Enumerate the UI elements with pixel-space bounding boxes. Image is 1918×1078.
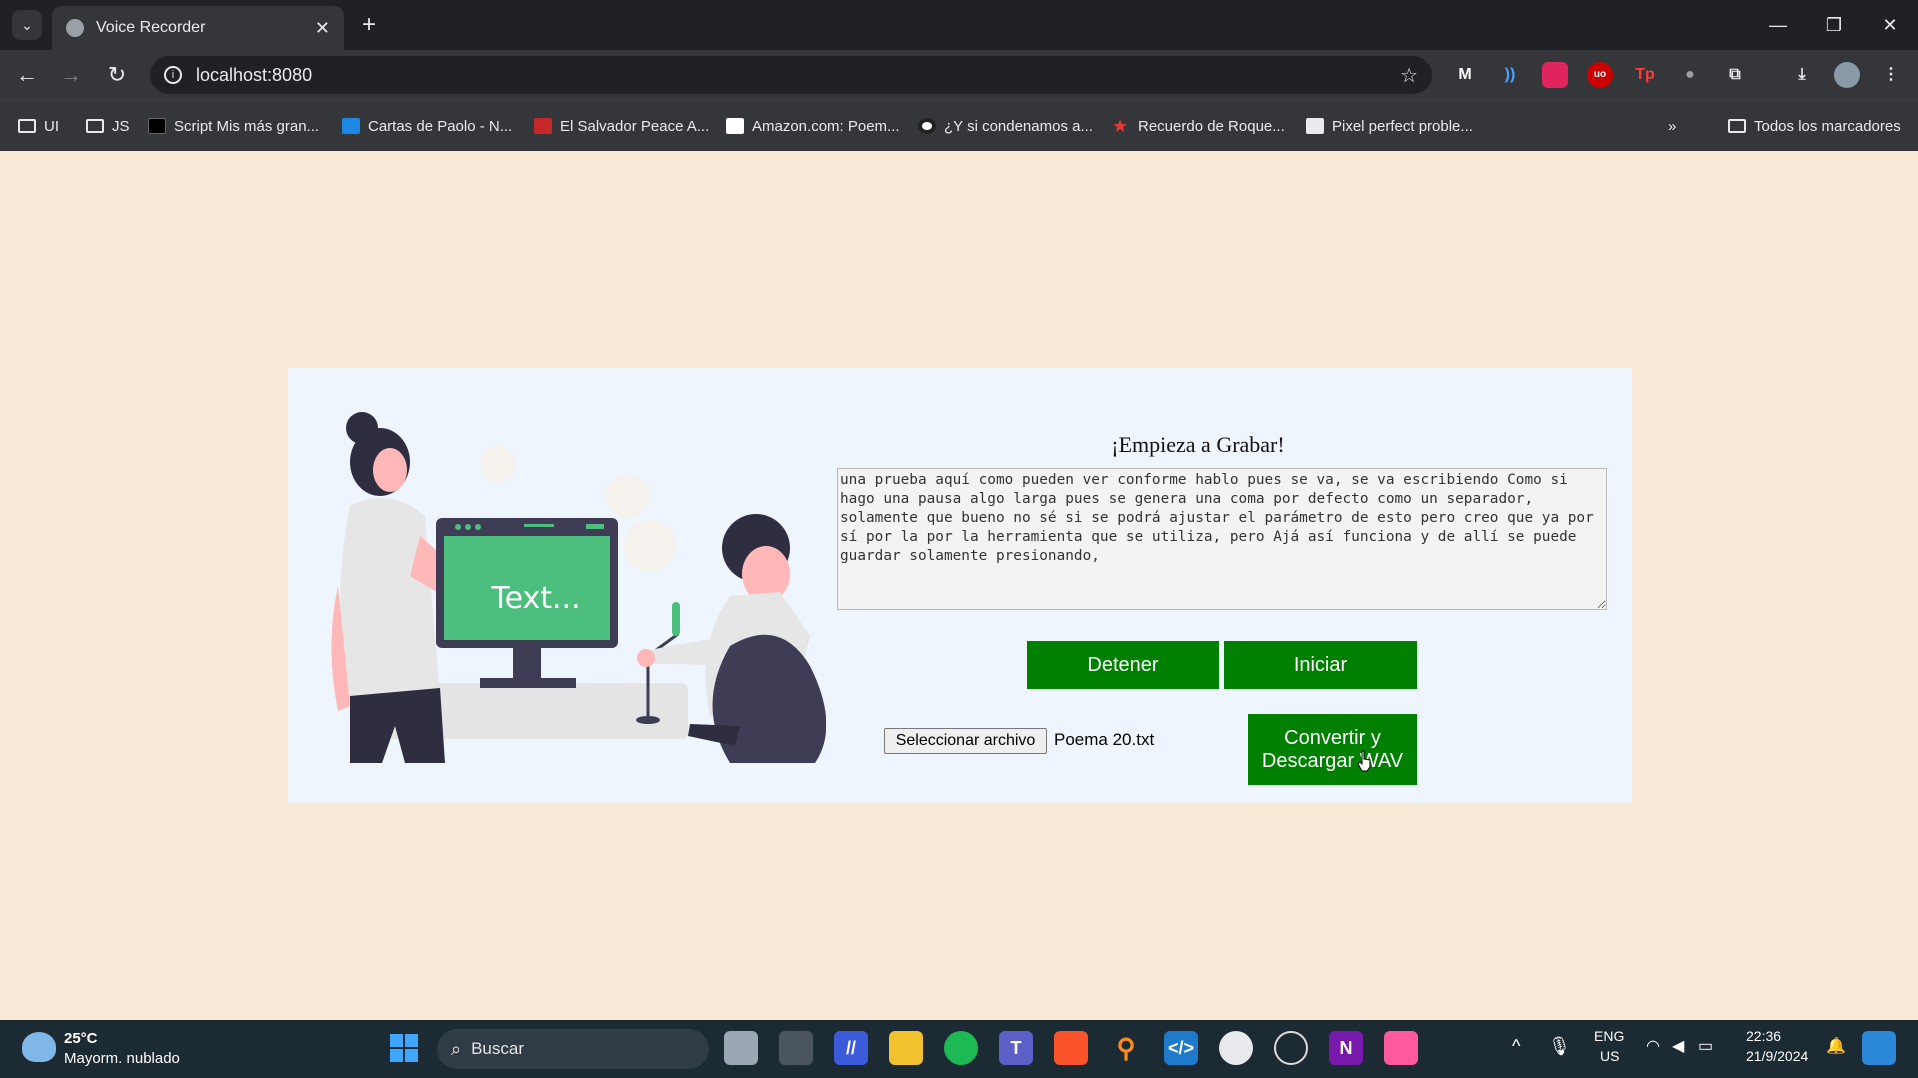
spotify-icon[interactable] (944, 1031, 978, 1065)
weather-icon[interactable] (22, 1032, 56, 1062)
malwarebytes-extension-icon[interactable]: M (1452, 62, 1478, 88)
url-text: localhost:8080 (196, 64, 313, 85)
minimize-button[interactable]: — (1750, 0, 1806, 50)
bookmark-folder-ui[interactable]: UI (18, 115, 59, 137)
forward-button[interactable]: → (58, 62, 84, 88)
tp-extension-icon[interactable]: Tp (1632, 62, 1658, 88)
selected-file-name: Poema 20.txt (1054, 730, 1155, 749)
stop-button[interactable]: Detener (1027, 641, 1219, 689)
taskbar-search[interactable]: ⌕ Buscar (437, 1029, 709, 1069)
vscode-icon[interactable]: </> (1164, 1031, 1198, 1065)
celtx-icon (148, 118, 166, 134)
search-placeholder: Buscar (471, 1039, 525, 1058)
amazon-icon (726, 118, 744, 134)
bookmarks-bar: UI JS Script Mis más gran... Cartas de P… (0, 100, 1918, 151)
notification-bell-icon[interactable]: 🔔 (1826, 1036, 1846, 1056)
reload-button[interactable]: ↻ (104, 62, 130, 88)
menu-icon[interactable]: ⋮ (1878, 62, 1904, 88)
tab-strip: ⌄ Voice Recorder ✕ + — ❐ ✕ (0, 0, 1918, 50)
weather-temp[interactable]: 25°C (64, 1030, 98, 1047)
bookmark-item[interactable]: ¿Y si condenamos a... (918, 115, 1093, 137)
volume-icon[interactable]: ◀ (1672, 1036, 1684, 1056)
e-icon (342, 118, 360, 134)
tab-title: Voice Recorder (96, 19, 206, 36)
file-explorer-icon[interactable] (889, 1031, 923, 1065)
windows-start-icon[interactable] (387, 1031, 421, 1065)
app-icon[interactable] (779, 1031, 813, 1065)
browser-chrome: ⌄ Voice Recorder ✕ + — ❐ ✕ ← → ↻ i local… (0, 0, 1918, 151)
extension-icon[interactable]: ● (1677, 62, 1703, 88)
mouse-cursor-icon (1357, 750, 1371, 772)
folder-icon (1728, 119, 1746, 133)
bookmark-item[interactable]: Cartas de Paolo - N... (342, 115, 512, 137)
puzzle-icon[interactable]: ⧉ (1722, 62, 1748, 88)
profile-avatar[interactable] (1834, 62, 1860, 88)
search-icon: ⌕ (451, 1038, 462, 1059)
flag-icon (534, 118, 552, 134)
chevron-up-icon[interactable]: ^ (1512, 1036, 1520, 1057)
page-title: ¡Empieza a Grabar! (1111, 432, 1285, 457)
convert-download-button[interactable]: Convertir y Descargar WAV (1248, 714, 1417, 785)
copilot-icon[interactable] (1862, 1031, 1896, 1065)
folder-icon (86, 119, 104, 133)
clock-date[interactable]: 21/9/2024 (1746, 1048, 1808, 1064)
language-region[interactable]: US (1600, 1048, 1619, 1064)
ublock-extension-icon[interactable]: uo (1587, 62, 1613, 88)
battery-icon[interactable]: ▭ (1698, 1036, 1713, 1056)
globe-icon (66, 19, 84, 37)
close-tab-icon[interactable]: ✕ (315, 18, 330, 39)
site-info-icon[interactable]: i (164, 66, 182, 84)
circle-icon (918, 118, 936, 134)
bookmark-item[interactable]: ★ Recuerdo de Roque... (1112, 115, 1285, 137)
recording-illustration: Text... (331, 412, 826, 763)
teams-icon[interactable]: T (999, 1031, 1033, 1065)
app-icon[interactable]: // (834, 1031, 868, 1065)
taskbar: 25°C Mayorm. nublado ⌕ Buscar // T ⚲ </>… (0, 1020, 1918, 1078)
onenote-icon[interactable]: N (1329, 1031, 1363, 1065)
folder-icon (18, 119, 36, 133)
bookmark-item[interactable]: Pixel perfect proble... (1306, 115, 1473, 137)
brave-icon[interactable] (1054, 1031, 1088, 1065)
page-icon (1306, 118, 1324, 134)
illustration-text: Text... (490, 581, 580, 616)
read-aloud-extension-icon[interactable]: )) (1497, 62, 1523, 88)
feather-extension-icon[interactable] (1542, 62, 1568, 88)
bookmark-item[interactable]: Script Mis más gran... (148, 115, 319, 137)
convert-label-line-2: Descargar WAV (1261, 749, 1404, 772)
language-code[interactable]: ENG (1594, 1028, 1624, 1044)
chrome-icon[interactable] (1219, 1031, 1253, 1065)
mic-icon[interactable]: 🎙 (1548, 1036, 1571, 1057)
convert-label-line-1: Convertir y (1284, 726, 1381, 749)
new-tab-button[interactable]: + (356, 12, 382, 38)
page-content: Text... ¡Empieza a Grabar! una prueba aq… (0, 151, 1918, 1020)
clock-time[interactable]: 22:36 (1746, 1028, 1781, 1044)
bookmark-star-icon[interactable]: ☆ (1400, 63, 1418, 88)
all-bookmarks-folder[interactable]: Todos los marcadores (1728, 115, 1901, 137)
download-icon[interactable]: ⤓ (1789, 62, 1815, 88)
restore-button[interactable]: ❐ (1806, 0, 1862, 50)
address-bar[interactable]: i localhost:8080 ☆ (150, 56, 1432, 94)
star-icon: ★ (1112, 116, 1129, 136)
app-icon[interactable] (1384, 1031, 1418, 1065)
start-button[interactable]: Iniciar (1224, 641, 1417, 689)
recorder-card: Text... ¡Empieza a Grabar! una prueba aq… (288, 368, 1632, 803)
more-bookmarks-icon[interactable]: » (1668, 115, 1676, 137)
tab-voice-recorder[interactable]: Voice Recorder ✕ (52, 6, 344, 50)
close-window-button[interactable]: ✕ (1862, 0, 1918, 50)
weather-desc[interactable]: Mayorm. nublado (64, 1050, 180, 1067)
obs-icon[interactable] (1274, 1031, 1308, 1065)
tab-search-button[interactable]: ⌄ (12, 10, 42, 40)
search-tool-icon[interactable]: ⚲ (1109, 1031, 1143, 1065)
bookmark-item[interactable]: El Salvador Peace A... (534, 115, 709, 137)
wifi-icon[interactable]: ◠ (1646, 1036, 1660, 1056)
bookmark-folder-js[interactable]: JS (86, 115, 130, 137)
back-button[interactable]: ← (14, 62, 40, 88)
browser-toolbar: ← → ↻ i localhost:8080 ☆ M )) uo Tp ● ⧉ … (0, 50, 1918, 100)
transcript-textarea[interactable]: una prueba aquí como pueden ver conforme… (837, 468, 1607, 610)
select-file-button[interactable]: Seleccionar archivo (884, 728, 1047, 754)
task-view-icon[interactable] (724, 1031, 758, 1065)
bookmark-item[interactable]: Amazon.com: Poem... (726, 115, 900, 137)
